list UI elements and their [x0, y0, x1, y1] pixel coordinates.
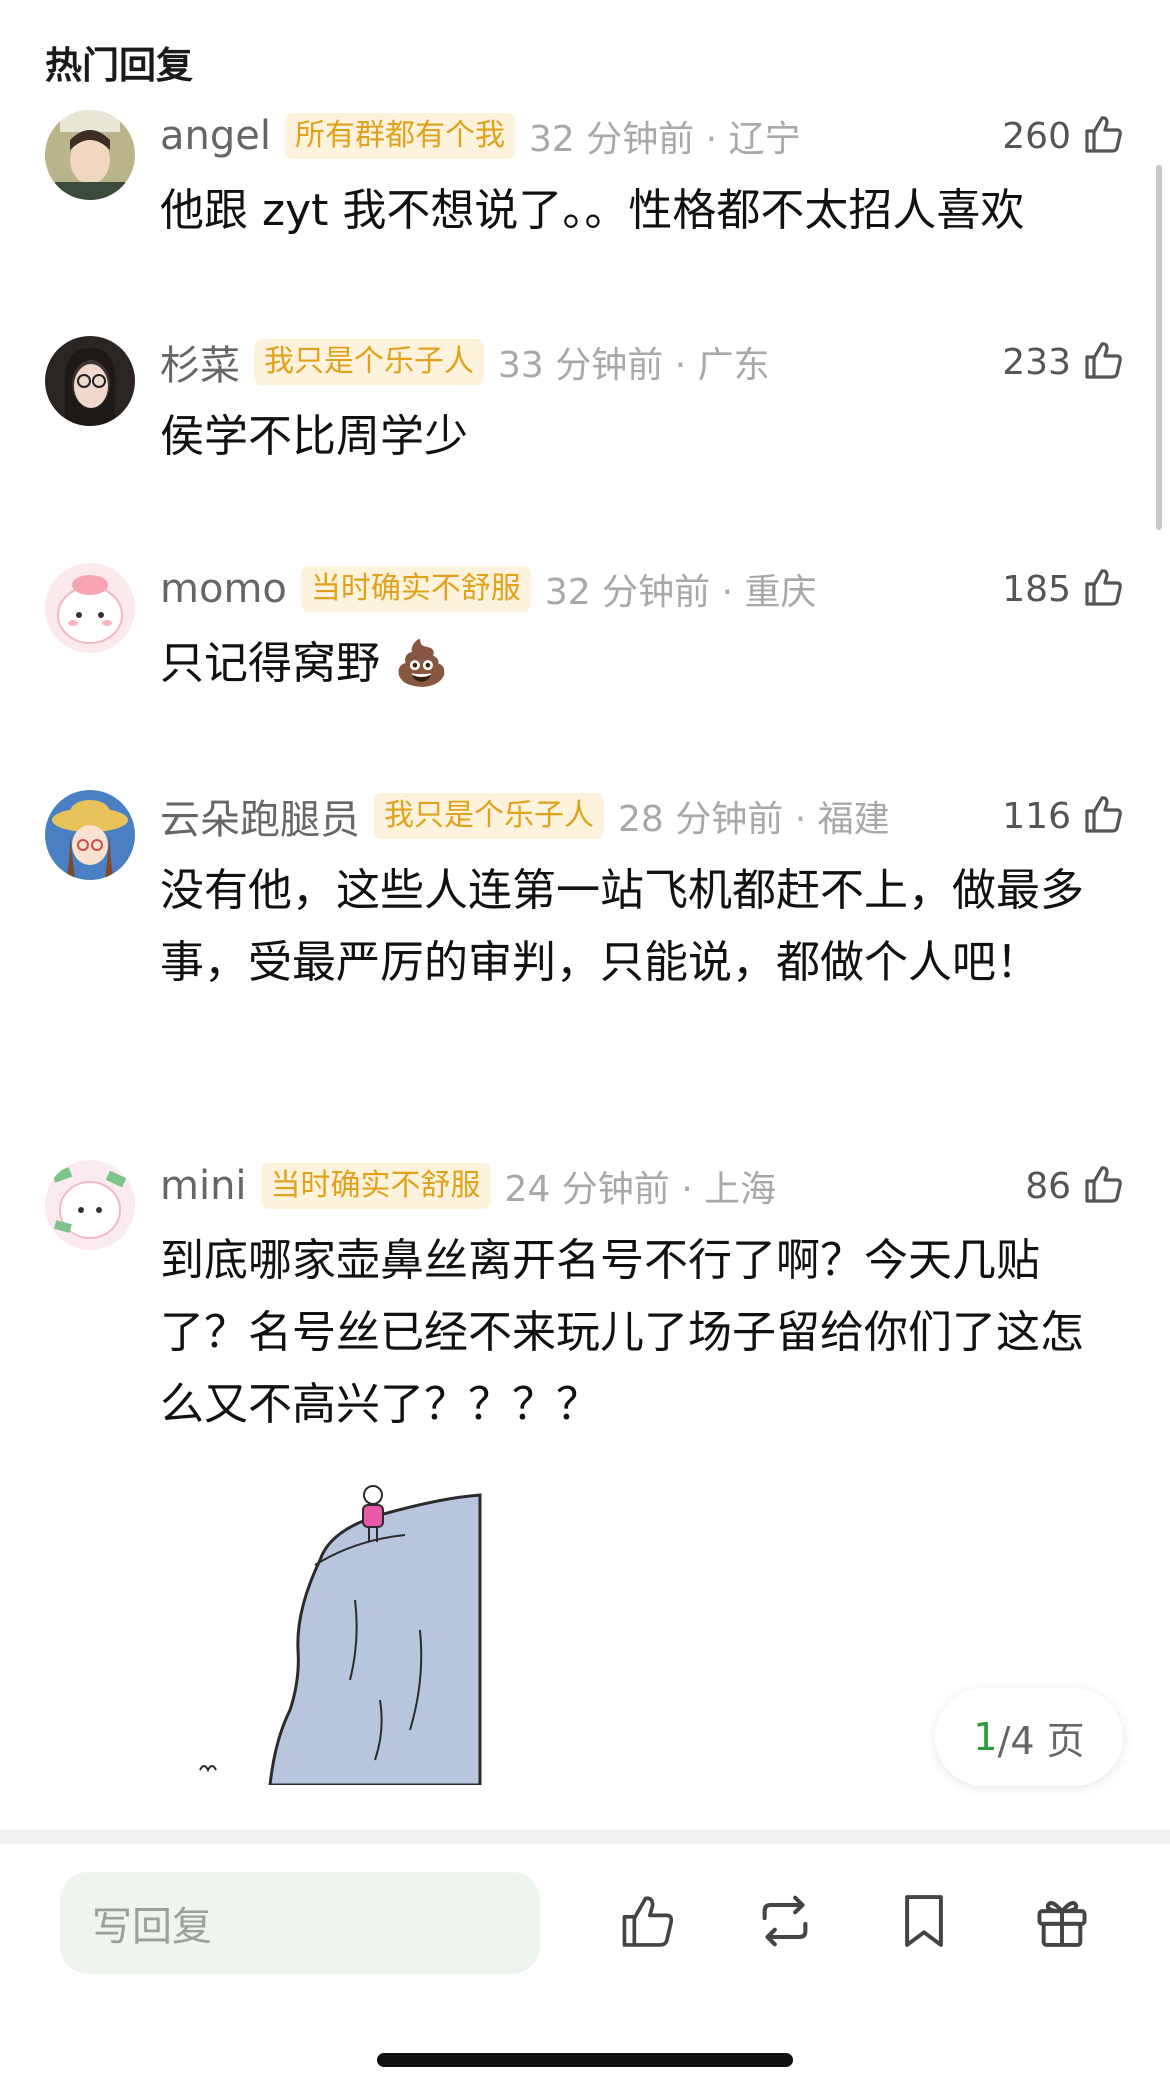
user-badge: 所有群都有个我	[284, 113, 515, 159]
like-count: 260	[1002, 115, 1071, 157]
total-pages: /4 页	[997, 1718, 1085, 1763]
user-badge: 我只是个乐子人	[254, 339, 484, 385]
time-location: 32 分钟前 · 重庆	[544, 572, 817, 613]
username[interactable]: angel	[160, 113, 271, 159]
like-count: 185	[1002, 568, 1071, 610]
gift-button[interactable]	[1027, 1888, 1097, 1958]
like-count: 116	[1002, 795, 1071, 837]
username[interactable]: momo	[160, 566, 287, 612]
thumbs-up-icon	[1081, 112, 1125, 160]
thumbs-up-icon	[1081, 1162, 1125, 1210]
repost-icon	[753, 1889, 817, 1957]
like-button[interactable]: 233	[1002, 336, 1125, 388]
time-location: 33 分钟前 · 广东	[498, 345, 770, 386]
user-badge: 当时确实不舒服	[260, 1163, 491, 1209]
reply-input[interactable]: 写回复	[60, 1872, 540, 1974]
avatar[interactable]	[45, 336, 135, 426]
time-location: 28 分钟前 · 福建	[618, 799, 890, 840]
comment-text: 到底哪家壶鼻丝离开名号不行了啊？今天几贴了？名号丝已经不来玩儿了场子留给你们了这…	[160, 1235, 1084, 1430]
current-page: 1	[973, 1715, 998, 1759]
like-button[interactable]: 185	[1002, 563, 1125, 615]
time-location: 24 分钟前 · 上海	[504, 1169, 777, 1210]
user-badge: 我只是个乐子人	[374, 793, 604, 839]
like-count: 233	[1002, 341, 1071, 383]
bookmark-button[interactable]	[889, 1888, 959, 1958]
comment-list[interactable]: angel 所有群都有个我 32 分钟前 · 辽宁 260 他跟 zyt 我不想…	[0, 0, 1170, 1830]
avatar[interactable]	[45, 563, 135, 653]
thumbs-up-icon	[1081, 565, 1125, 613]
username[interactable]: mini	[160, 1163, 247, 1209]
thumbs-up-icon	[1081, 792, 1125, 840]
comment-text: 只记得窝野 💩	[160, 638, 449, 689]
username[interactable]: 杉菜	[160, 333, 240, 391]
gift-icon	[1031, 1890, 1093, 1956]
username[interactable]: 云朵跑腿员	[160, 787, 360, 845]
repost-button[interactable]	[750, 1888, 820, 1958]
bookmark-icon	[895, 1890, 953, 1956]
comment-text: 他跟 zyt 我不想说了。。性格都不太招人喜欢	[160, 185, 1025, 236]
page-indicator[interactable]: 1 /4 页	[935, 1688, 1123, 1786]
thumbs-up-icon	[616, 1890, 678, 1956]
divider	[0, 1830, 1170, 1844]
like-button[interactable]: 86	[1025, 1160, 1125, 1212]
scrollbar[interactable]	[1156, 165, 1162, 530]
like-button[interactable]: 260	[1002, 110, 1125, 162]
like-button[interactable]: 116	[1002, 790, 1125, 842]
avatar[interactable]	[45, 110, 135, 200]
avatar[interactable]	[45, 1160, 135, 1250]
thumbs-up-icon	[1081, 338, 1125, 386]
avatar[interactable]	[45, 790, 135, 880]
like-post-button[interactable]	[612, 1888, 682, 1958]
comment-image[interactable]	[180, 1480, 500, 1787]
like-count: 86	[1025, 1165, 1071, 1207]
comment-text: 没有他，这些人连第一站飞机都赶不上，做最多事，受最严厉的审判，只能说，都做个人吧…	[160, 865, 1084, 988]
home-indicator	[377, 2053, 793, 2067]
comment-text: 侯学不比周学少	[160, 411, 468, 462]
time-location: 32 分钟前 · 辽宁	[528, 119, 801, 160]
user-badge: 当时确实不舒服	[300, 566, 531, 612]
